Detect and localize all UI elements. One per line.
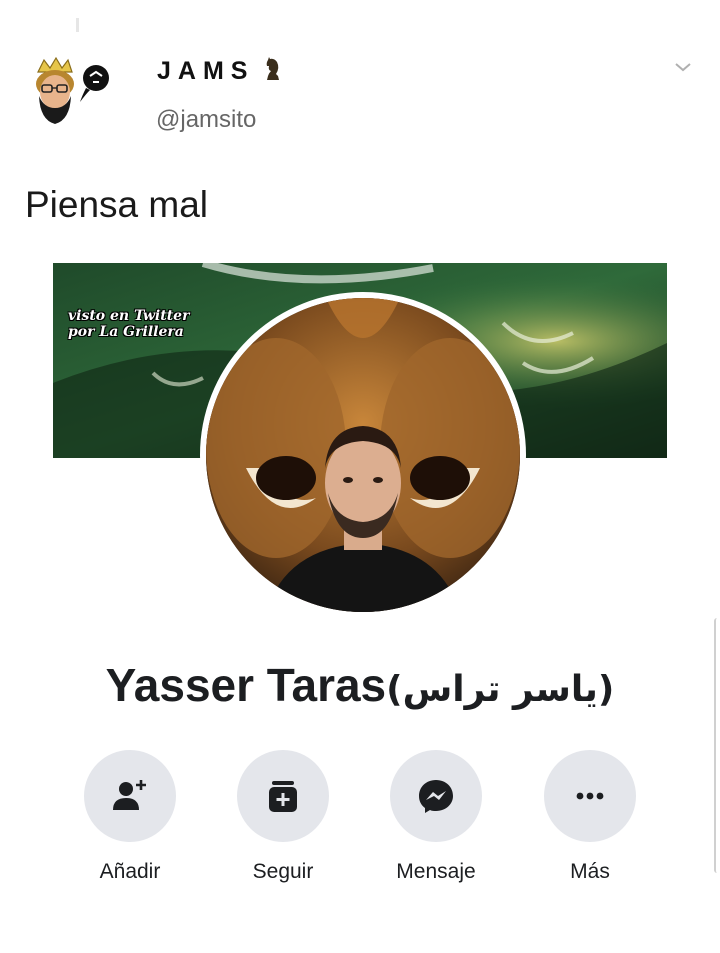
panel-edge <box>714 618 720 873</box>
message-button[interactable]: Mensaje <box>376 750 496 884</box>
profile-name: Yasser Taras(ياسر تراس) <box>0 658 720 712</box>
tweet-text: Piensa mal <box>25 184 209 225</box>
add-friend-button[interactable]: Añadir <box>70 750 190 884</box>
add-friend-icon <box>113 780 146 810</box>
message-button-circle[interactable] <box>390 750 482 842</box>
profile-name-arabic: (ياسر تراس) <box>386 669 615 710</box>
follow-label: Seguir <box>252 860 314 883</box>
follow-button[interactable]: Seguir <box>223 750 343 884</box>
avatar-cartoon-icon <box>36 56 109 124</box>
more-button-circle[interactable] <box>544 750 636 842</box>
chess-knight-icon <box>267 57 280 80</box>
profile-actions: Añadir Seguir Mensaje Más <box>0 750 720 900</box>
messenger-icon <box>419 780 453 813</box>
profile-picture[interactable] <box>200 292 526 618</box>
add-friend-button-circle[interactable] <box>84 750 176 842</box>
more-label: Más <box>570 860 610 883</box>
follow-icon <box>269 781 297 812</box>
chevron-down-icon[interactable] <box>674 60 692 74</box>
profile-image <box>206 298 520 612</box>
cover-watermark: visto en Twitter por La Grillera <box>68 308 190 340</box>
display-name[interactable]: JAMS <box>157 56 282 86</box>
user-handle[interactable]: @jamsito <box>156 106 256 134</box>
more-button[interactable]: Más <box>530 750 650 884</box>
profile-name-latin: Yasser Taras <box>105 659 387 711</box>
add-friend-label: Añadir <box>99 860 161 883</box>
follow-button-circle[interactable] <box>237 750 329 842</box>
avatar[interactable] <box>30 52 110 132</box>
message-label: Mensaje <box>396 860 476 883</box>
tweet-header: JAMS @jamsito <box>0 0 720 160</box>
more-icon <box>576 792 604 800</box>
